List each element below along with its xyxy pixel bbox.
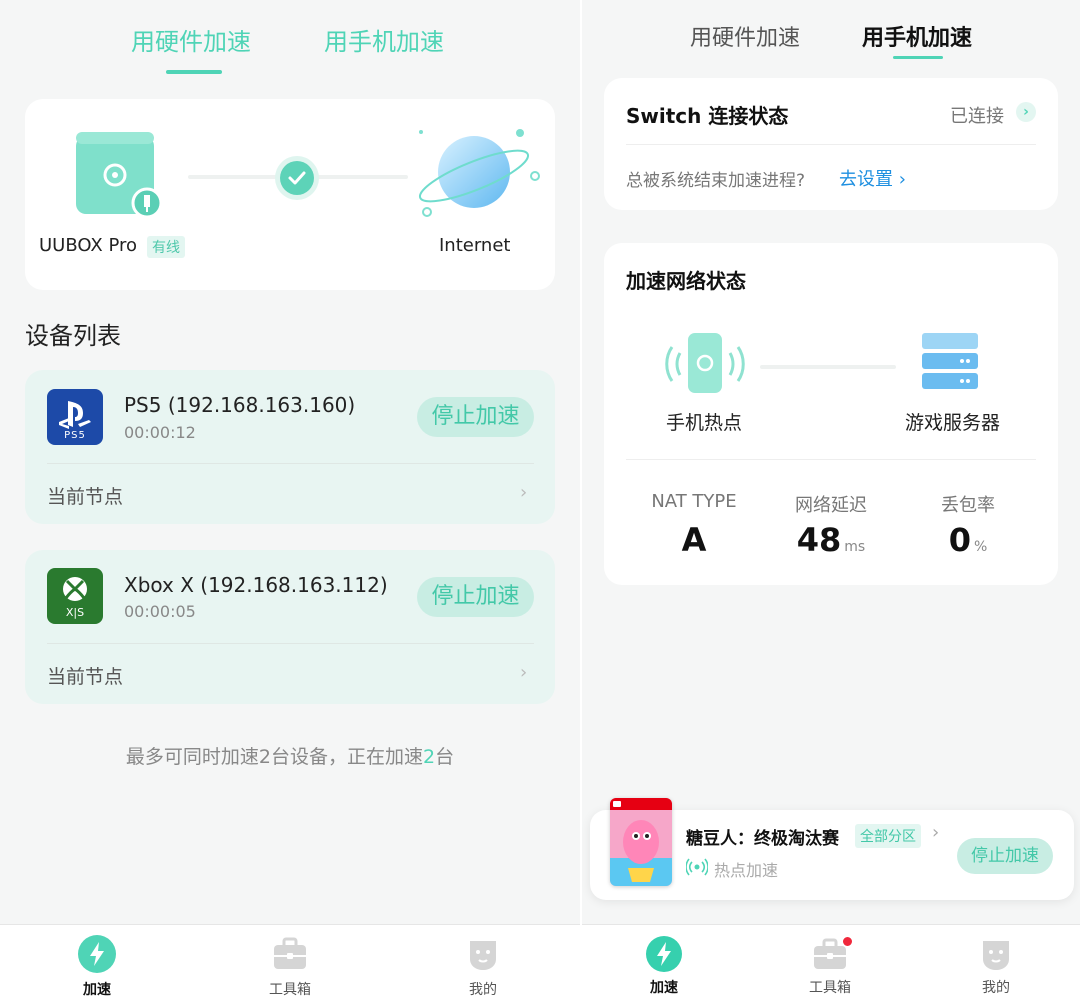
packet-loss-value: 0% [948, 521, 988, 559]
phone-hotspot-icon [660, 329, 750, 399]
nat-type-label: NAT TYPE [651, 491, 737, 512]
device-name-xbox: Xbox X (192.168.163.112) [124, 573, 388, 597]
device-card-xbox[interactable]: X|S Xbox X (192.168.163.112) 00:00:05 停止… [25, 550, 555, 704]
nav-toolbox[interactable]: 工具箱 [780, 925, 880, 1002]
device-timer-xbox: 00:00:05 [124, 602, 196, 621]
nav-accel[interactable]: 加速 [614, 925, 714, 1002]
tab-hardware-accel[interactable]: 用硬件加速 [690, 20, 800, 52]
game-title: 糖豆人：终极淘汰赛 [686, 829, 839, 849]
wired-tag: 有线 [147, 236, 185, 258]
connected-status[interactable]: 已连接 [950, 102, 1004, 128]
switch-status-card: Switch 连接状态 已连接 › 总被系统结束加速进程? 去设置 › [604, 78, 1058, 210]
lightning-icon [646, 936, 682, 972]
phone-hotspot-label: 手机热点 [666, 412, 743, 434]
active-tab-indicator [166, 70, 222, 74]
toolbox-icon [271, 935, 309, 973]
game-server-label: 游戏服务器 [905, 412, 1001, 434]
device-name-ps5: PS5 (192.168.163.160) [124, 393, 356, 417]
divider [626, 459, 1036, 460]
go-settings-link[interactable]: 去设置 › [839, 165, 906, 191]
tab-phone-accel[interactable]: 用手机加速 [324, 22, 444, 57]
divider [47, 463, 534, 464]
profile-face-icon [464, 935, 502, 973]
region-tag[interactable]: 全部分区 [855, 824, 921, 848]
chevron-right-icon[interactable]: › [520, 662, 527, 683]
current-node-label[interactable]: 当前节点 [47, 482, 123, 509]
chevron-right-icon[interactable]: › [520, 482, 527, 503]
phone-accel-screen: 用硬件加速 用手机加速 Switch 连接状态 已连接 › 总被系统结束加速进程… [582, 0, 1080, 1002]
settings-hint: 总被系统结束加速进程? [626, 171, 806, 191]
network-status-card: 加速网络状态 手机热点 游戏服务器 NAT TYPE A 网络延迟 48 ms … [604, 243, 1058, 585]
divider [47, 643, 534, 644]
device-name: UUBOX Pro [39, 235, 138, 256]
divider [626, 144, 1036, 145]
profile-face-icon [978, 936, 1014, 972]
accel-limit-note: 最多可同时加速2台设备，正在加速2台 [125, 746, 455, 768]
latency-value: 48 ms [796, 521, 866, 559]
nat-type-value: A [681, 521, 707, 559]
hotspot-signal-icon [685, 858, 709, 876]
connection-card: UUBOX Pro 有线 Internet [25, 99, 555, 290]
nav-accel[interactable]: 加速 [47, 925, 147, 1002]
check-icon [280, 161, 314, 195]
xbox-icon: X|S [47, 568, 103, 624]
device-list-title: 设备列表 [25, 322, 121, 350]
nav-toolbox[interactable]: 工具箱 [240, 925, 340, 1002]
device-card-ps5[interactable]: PS5 PS5 (192.168.163.160) 00:00:12 停止加速 … [25, 370, 555, 524]
current-node-label[interactable]: 当前节点 [47, 662, 123, 689]
bottom-nav: 加速 工具箱 我的 [0, 924, 580, 1002]
hardware-accel-screen: 用硬件加速 用手机加速 UUBOX Pro 有线 Internet 设备列表 P… [0, 0, 580, 1002]
network-status-title: 加速网络状态 [626, 269, 746, 293]
stop-accel-button-xbox[interactable]: 停止加速 [417, 577, 534, 617]
tab-phone-accel[interactable]: 用手机加速 [862, 20, 972, 52]
stop-accel-button-ps5[interactable]: 停止加速 [417, 397, 534, 437]
internet-label: Internet [439, 235, 511, 256]
uubox-device-icon [76, 132, 163, 219]
active-tab-indicator [893, 56, 943, 59]
tab-hardware-accel[interactable]: 用硬件加速 [131, 22, 251, 57]
internet-planet-icon [417, 124, 547, 224]
switch-status-title: Switch 连接状态 [626, 104, 789, 128]
ps5-icon: PS5 [47, 389, 103, 445]
lightning-icon [78, 935, 116, 973]
latency-label: 网络延迟 [795, 495, 867, 516]
game-server-icon [920, 331, 980, 395]
stop-accel-button[interactable]: 停止加速 [957, 838, 1053, 874]
hotspot-accel-label: 热点加速 [714, 861, 779, 880]
nav-profile[interactable]: 我的 [946, 925, 1046, 1002]
chevron-right-icon[interactable]: › [932, 822, 939, 843]
game-cover-image[interactable] [610, 798, 672, 886]
notification-badge [842, 936, 853, 947]
bottom-nav: 加速 工具箱 我的 [582, 924, 1080, 1002]
nav-profile[interactable]: 我的 [433, 925, 533, 1002]
packet-loss-label: 丢包率 [941, 495, 995, 516]
device-timer-ps5: 00:00:12 [124, 423, 196, 442]
network-line [760, 365, 896, 369]
chevron-right-icon[interactable]: › [1016, 102, 1036, 122]
